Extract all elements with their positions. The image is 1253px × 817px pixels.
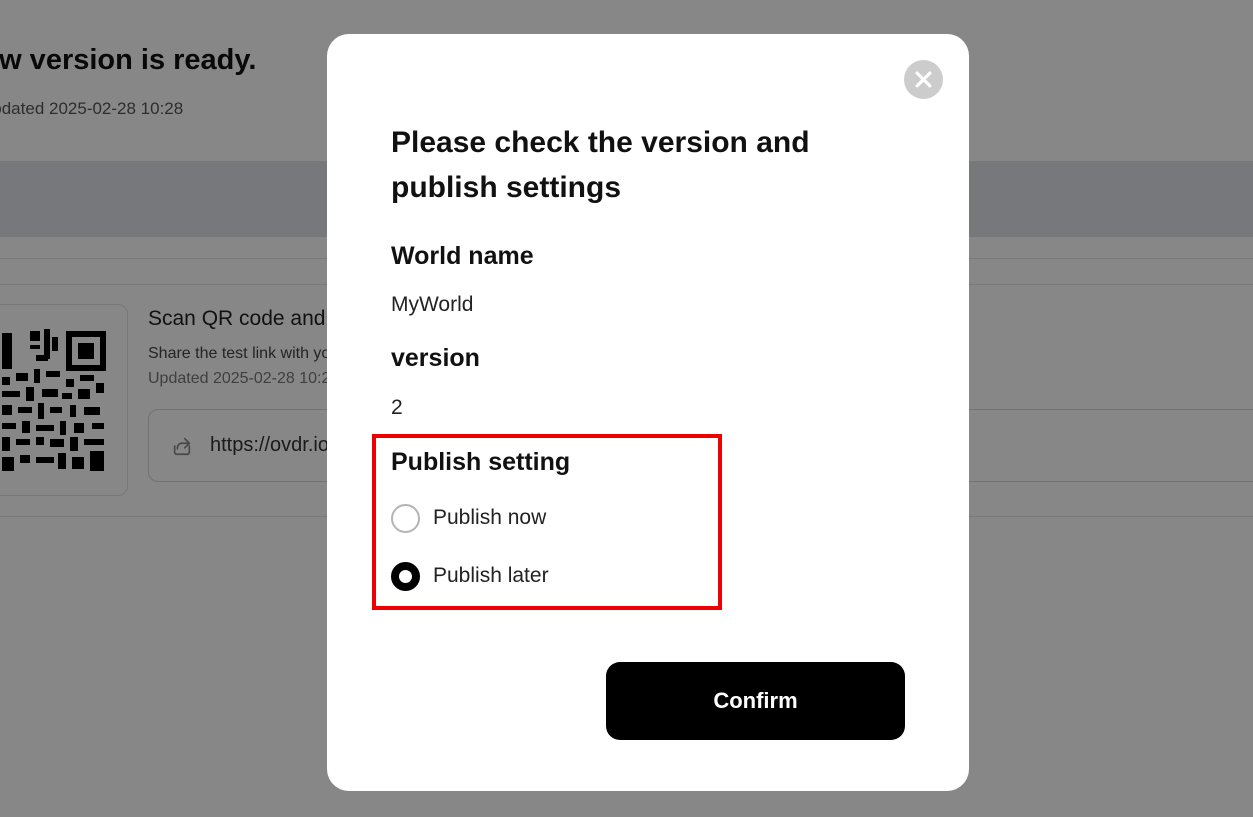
close-button[interactable]: [904, 60, 943, 99]
publish-later-label[interactable]: Publish later: [433, 564, 549, 588]
publish-now-label[interactable]: Publish now: [433, 506, 546, 530]
version-label: version: [391, 344, 480, 372]
world-name-value: MyWorld: [391, 293, 474, 316]
radio-selected[interactable]: [391, 561, 420, 591]
publish-setting-label: Publish setting: [391, 448, 571, 476]
version-value: 2: [391, 396, 403, 419]
publish-later-option[interactable]: Publish later: [391, 561, 549, 591]
publish-settings-modal: Please check the version and publish set…: [327, 34, 969, 791]
publish-now-option[interactable]: Publish now: [391, 503, 546, 533]
confirm-button[interactable]: Confirm: [606, 662, 905, 740]
close-icon: [915, 71, 932, 88]
modal-title: Please check the version and publish set…: [391, 126, 810, 204]
radio-unselected[interactable]: [391, 503, 420, 533]
world-name-label: World name: [391, 242, 534, 270]
